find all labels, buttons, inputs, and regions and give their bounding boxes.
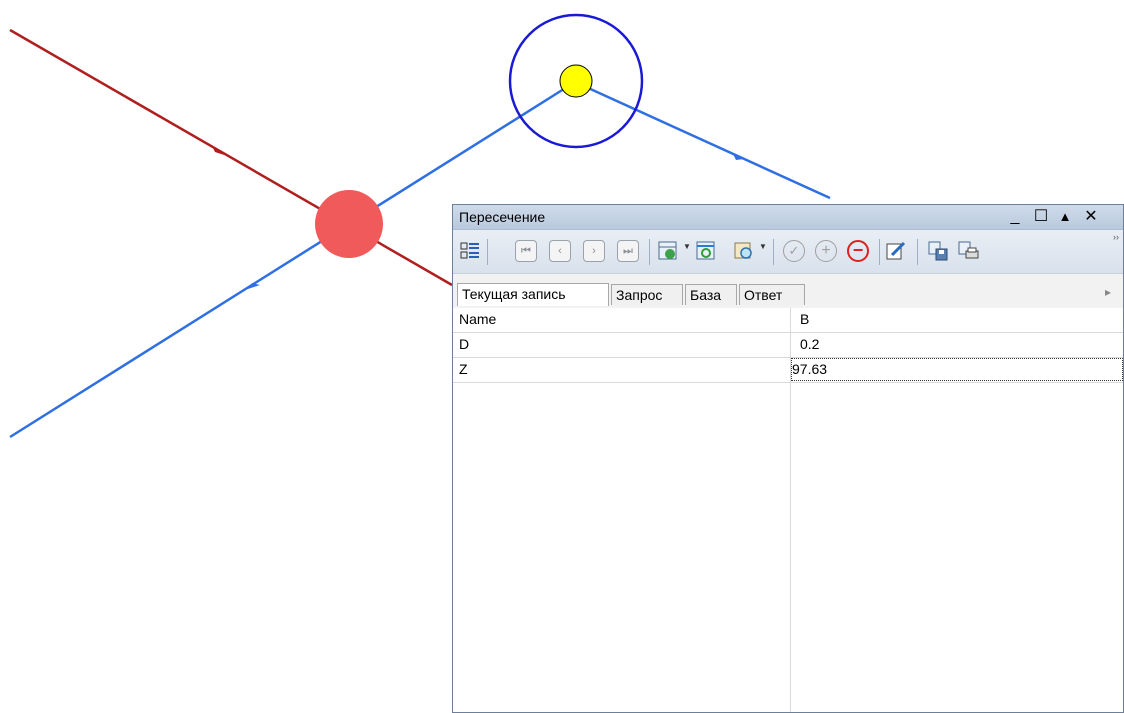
toolbar-separator xyxy=(487,239,488,265)
maximize-button[interactable]: ☐ xyxy=(1031,207,1051,227)
collapse-button[interactable]: ▲ xyxy=(1055,207,1075,227)
toolbar-overflow-icon[interactable]: ›› xyxy=(1113,232,1119,242)
yellow-point[interactable] xyxy=(559,64,593,98)
row-value[interactable]: 0.2 xyxy=(800,336,819,352)
tab-query[interactable]: Запрос xyxy=(611,284,683,305)
row-value-selected[interactable]: 97.63 xyxy=(791,358,1123,381)
tab-current-record[interactable]: Текущая запись xyxy=(457,283,609,306)
table-row[interactable]: D 0.2 xyxy=(453,333,1123,358)
search-dropdown-icon[interactable]: ▼ xyxy=(759,242,767,251)
accept-icon[interactable]: ✓ xyxy=(783,240,805,262)
panel-toolbar: ⏮ ‹ › ⏭ ▼ ▼ ✓ + − ›› xyxy=(453,229,1123,274)
refresh-table-icon[interactable] xyxy=(695,240,717,262)
delete-record-icon[interactable]: − xyxy=(847,240,869,262)
row-name: Z xyxy=(459,361,468,377)
grid-header-row: Name B xyxy=(453,308,1123,333)
search-table-icon[interactable] xyxy=(733,240,755,262)
edit-icon[interactable] xyxy=(885,240,907,262)
toolbar-separator xyxy=(649,239,650,265)
table-row[interactable]: Z 97.63 xyxy=(453,358,1123,383)
toolbar-separator xyxy=(773,239,774,265)
add-record-icon[interactable]: + xyxy=(815,240,837,262)
intersection-panel: Пересечение _ ☐ ▲ ✕ ⏮ ‹ › ⏭ ▼ ▼ ✓ + − ››… xyxy=(452,204,1124,713)
save-table-icon[interactable] xyxy=(927,240,949,262)
tab-scroll-icon[interactable]: ▸ xyxy=(1105,285,1111,299)
tab-answer[interactable]: Ответ xyxy=(739,284,805,305)
minimize-button[interactable]: _ xyxy=(1005,207,1025,227)
close-button[interactable]: ✕ xyxy=(1081,207,1101,227)
panel-title: Пересечение xyxy=(459,209,546,225)
print-table-icon[interactable] xyxy=(957,240,979,262)
red-line[interactable] xyxy=(9,28,453,287)
next-record-button[interactable]: › xyxy=(583,240,605,262)
prev-record-button[interactable]: ‹ xyxy=(549,240,571,262)
first-record-button[interactable]: ⏮ xyxy=(515,240,537,262)
column-header-name[interactable]: Name xyxy=(459,311,496,327)
fields-list-icon[interactable] xyxy=(459,240,481,262)
intersection-point[interactable] xyxy=(315,190,383,258)
filter-table-icon[interactable] xyxy=(657,240,679,262)
row-name: D xyxy=(459,336,470,352)
toolbar-separator xyxy=(917,239,918,265)
toolbar-separator xyxy=(879,239,880,265)
column-header-value[interactable]: B xyxy=(800,311,809,327)
tab-bar: Текущая запись Запрос База Ответ ▸ xyxy=(453,273,1123,308)
filter-dropdown-icon[interactable]: ▼ xyxy=(683,242,691,251)
tab-base[interactable]: База xyxy=(685,284,737,305)
last-record-button[interactable]: ⏭ xyxy=(617,240,639,262)
panel-titlebar[interactable]: Пересечение _ ☐ ▲ ✕ xyxy=(453,205,1123,229)
attribute-grid: Name B D 0.2 Z 97.63 xyxy=(453,308,1123,712)
